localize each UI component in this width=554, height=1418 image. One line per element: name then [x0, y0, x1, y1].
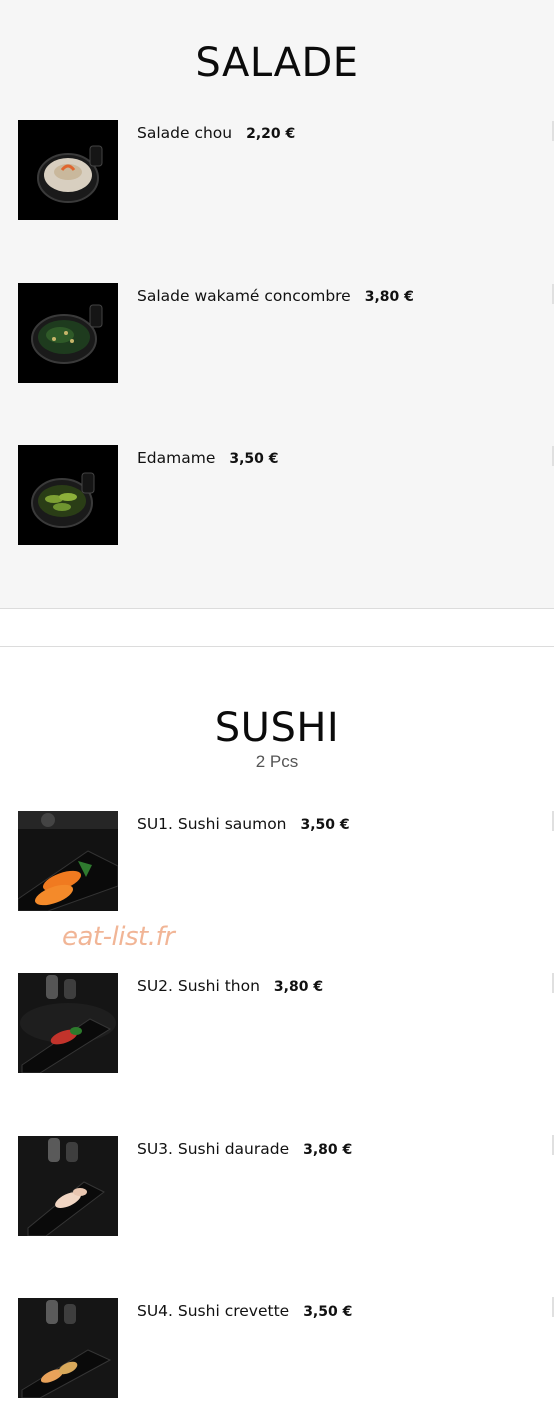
salade-section-title: SALADE	[195, 40, 359, 86]
edamame-photo	[18, 445, 118, 545]
item-price: 3,80 €	[273, 979, 324, 995]
sushi-section-subtitle: 2 Pcs	[255, 752, 299, 771]
item-price: 2,20 €	[246, 126, 296, 142]
item-name: Edamame	[137, 449, 216, 467]
menu-item-salade-wakame[interactable]: Salade wakamé concombre 3,80 €	[18, 283, 554, 383]
watermark-text: eat-list.fr	[62, 922, 175, 952]
menu-item-text: SU1. Sushi saumon 3,50 €	[137, 815, 350, 833]
menu-item-text: Salade chou 2,20 €	[137, 124, 295, 142]
menu-item-text: SU2. Sushi thon 3,80 €	[137, 977, 323, 995]
menu-item-text: Salade wakamé concombre 3,80 €	[137, 287, 414, 305]
menu-item-su4[interactable]: SU4. Sushi crevette 3,50 €	[18, 1298, 554, 1398]
sushi-section-title: SUSHI	[214, 705, 340, 751]
item-name: SU3. Sushi daurade	[137, 1140, 290, 1158]
item-name: SU4. Sushi crevette	[137, 1302, 290, 1320]
sushi-thon-photo	[18, 973, 118, 1073]
salade-wakame-photo	[18, 283, 118, 383]
menu-item-edamame[interactable]: Edamame 3,50 €	[18, 445, 554, 545]
item-name: Salade wakamé concombre	[137, 287, 351, 305]
item-name: SU2. Sushi thon	[137, 977, 260, 995]
salade-chou-photo	[18, 120, 118, 220]
item-price: 3,80 €	[364, 289, 414, 305]
item-name: SU1. Sushi saumon	[137, 815, 287, 833]
item-price: 3,80 €	[303, 1142, 353, 1158]
menu-item-su1[interactable]: SU1. Sushi saumon 3,50 €	[18, 811, 554, 911]
sushi-crevette-photo	[18, 1298, 118, 1398]
sushi-daurade-photo	[18, 1136, 118, 1236]
item-name: Salade chou	[137, 124, 233, 142]
item-price: 3,50 €	[303, 1304, 353, 1320]
menu-item-su3[interactable]: SU3. Sushi daurade 3,80 €	[18, 1136, 554, 1236]
salade-section: SALADE Salade chou 2,20 € Salade wakamé …	[0, 0, 554, 609]
menu-item-su2[interactable]: SU2. Sushi thon 3,80 €	[18, 973, 554, 1073]
menu-item-text: SU4. Sushi crevette 3,50 €	[137, 1302, 352, 1320]
sushi-saumon-photo	[18, 811, 118, 911]
sushi-section: SUSHI 2 Pcs SU1. Sushi saumon 3,50 € SU2…	[0, 647, 554, 1418]
menu-item-text: SU3. Sushi daurade 3,80 €	[137, 1140, 352, 1158]
item-price: 3,50 €	[300, 817, 350, 833]
menu-item-text: Edamame 3,50 €	[137, 449, 279, 467]
menu-item-salade-chou[interactable]: Salade chou 2,20 €	[18, 120, 554, 220]
item-price: 3,50 €	[229, 451, 279, 467]
